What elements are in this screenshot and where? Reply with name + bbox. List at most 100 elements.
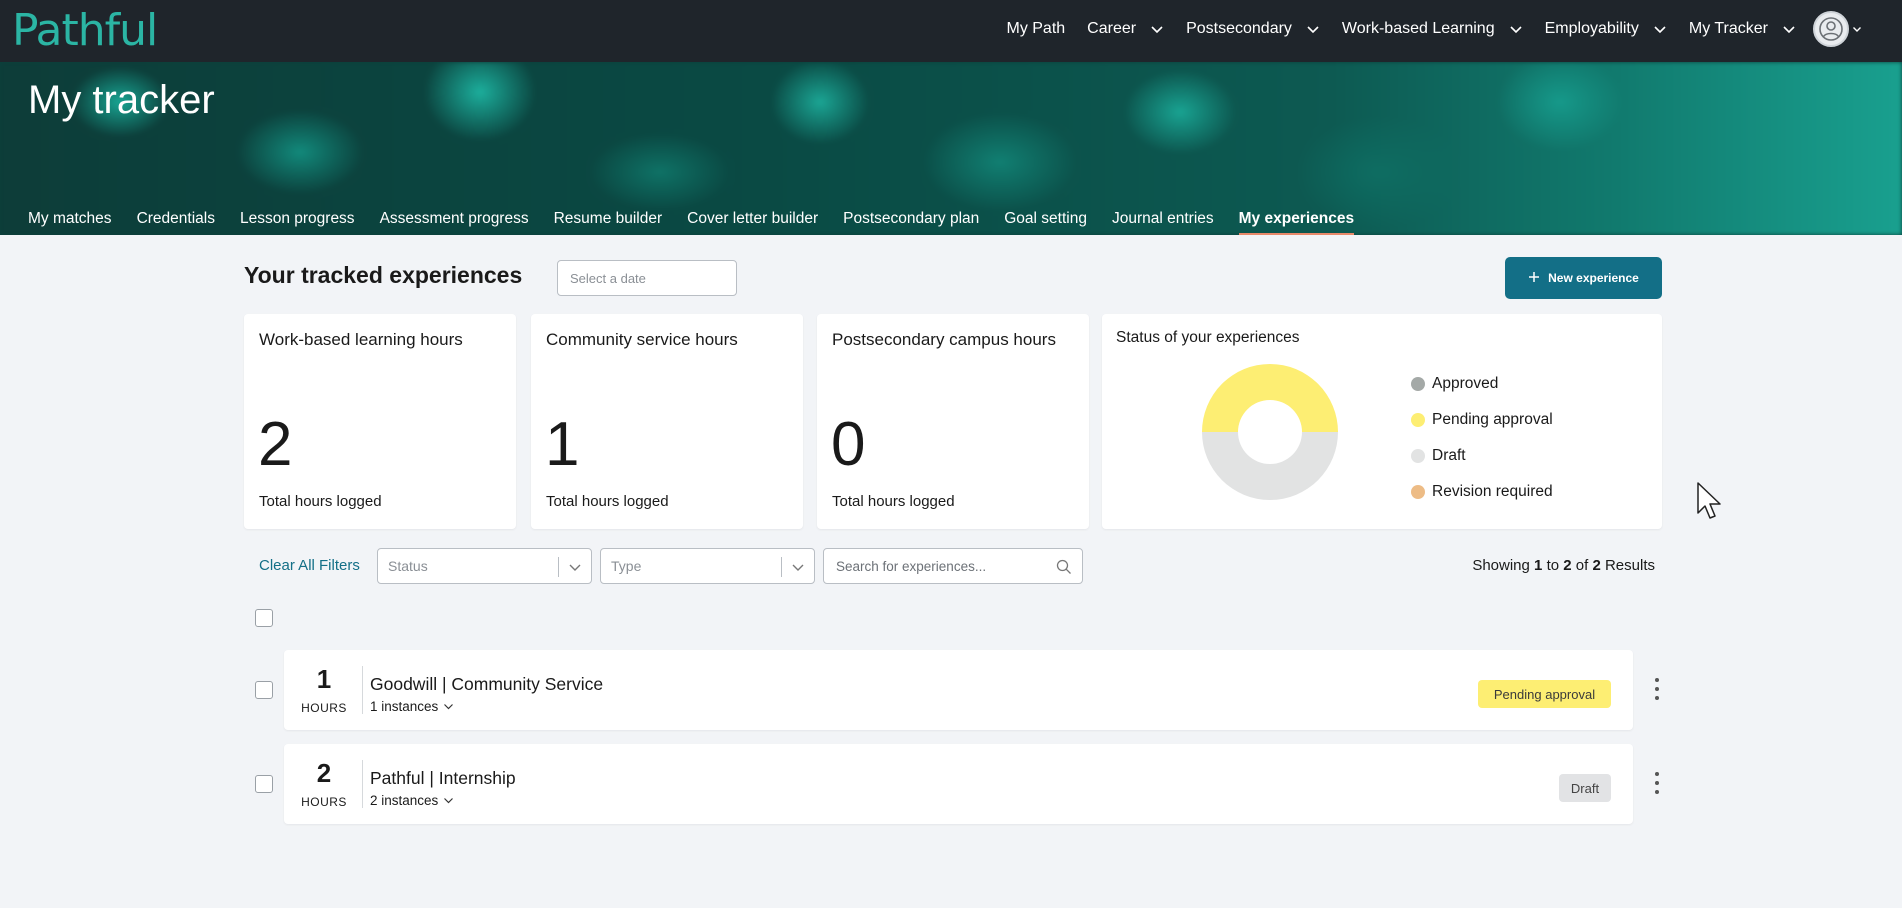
nav-work-based-learning[interactable]: Work-based Learning bbox=[1331, 20, 1534, 38]
clear-all-filters-link[interactable]: Clear All Filters bbox=[259, 557, 360, 574]
chevron-down-icon bbox=[443, 701, 454, 712]
page-title: My tracker bbox=[28, 78, 215, 122]
results-from: 1 bbox=[1534, 557, 1543, 574]
hours-value: 1 bbox=[316, 664, 332, 694]
card-value: 2 bbox=[258, 410, 293, 479]
postsecondary-campus-hours-card: Postsecondary campus hours 0 Total hours… bbox=[817, 314, 1089, 529]
chevron-down-icon bbox=[791, 560, 805, 577]
mouse-cursor-icon bbox=[1697, 482, 1721, 519]
chevron-down-icon bbox=[1150, 22, 1164, 36]
card-title: Status of your experiences bbox=[1116, 329, 1300, 346]
nav-label: Career bbox=[1087, 20, 1137, 37]
more-options-icon[interactable] bbox=[1652, 770, 1662, 796]
legend-dot bbox=[1411, 449, 1425, 463]
card-subtitle: Total hours logged bbox=[546, 493, 669, 510]
nav-label: Employability bbox=[1544, 20, 1639, 37]
card-subtitle: Total hours logged bbox=[259, 493, 382, 510]
tab-credentials[interactable]: Credentials bbox=[137, 205, 215, 235]
nav-employability[interactable]: Employability bbox=[1534, 20, 1678, 38]
tab-my-experiences[interactable]: My experiences bbox=[1238, 205, 1355, 235]
experience-status-card: Status of your experiences Approved Pend… bbox=[1102, 314, 1662, 529]
nav-label: My Tracker bbox=[1688, 20, 1768, 37]
status-placeholder: Status bbox=[388, 558, 428, 574]
legend-dot bbox=[1411, 485, 1425, 499]
experience-card[interactable]: 2 HOURS Pathful | Internship 2 instances… bbox=[284, 744, 1633, 824]
select-all-checkbox[interactable] bbox=[255, 609, 273, 627]
hours-value: 2 bbox=[316, 758, 332, 788]
tab-journal-entries[interactable]: Journal entries bbox=[1112, 205, 1214, 235]
chevron-down-icon bbox=[1782, 22, 1796, 36]
card-value: 1 bbox=[545, 410, 580, 479]
results-of-word: of bbox=[1575, 557, 1589, 574]
pathful-logo[interactable]: Pathful bbox=[12, 2, 158, 58]
donut-slice-draft bbox=[1202, 432, 1338, 500]
search-experiences-input[interactable]: Search for experiences... bbox=[823, 548, 1083, 584]
instances-label: 2 instances bbox=[370, 793, 439, 808]
type-filter-select[interactable]: Type bbox=[600, 548, 815, 584]
type-placeholder: Type bbox=[611, 558, 642, 574]
tab-postsecondary-plan[interactable]: Postsecondary plan bbox=[843, 205, 979, 235]
chevron-down-icon bbox=[443, 795, 454, 806]
more-options-icon[interactable] bbox=[1652, 676, 1662, 702]
nav-my-tracker[interactable]: My Tracker bbox=[1678, 20, 1807, 38]
status-legend: Approved Pending approval Draft Revision… bbox=[1411, 366, 1553, 510]
instances-toggle[interactable]: 1 instances bbox=[370, 699, 454, 714]
chevron-down-icon bbox=[1852, 24, 1862, 34]
experience-title: Goodwill | Community Service bbox=[370, 674, 604, 694]
logo-text: Pathful bbox=[12, 4, 158, 56]
chevron-down-icon bbox=[1509, 22, 1523, 36]
nav-label: My Path bbox=[1006, 20, 1066, 37]
experience-card[interactable]: 1 HOURS Goodwill | Community Service 1 i… bbox=[284, 650, 1633, 730]
status-filter-select[interactable]: Status bbox=[377, 548, 592, 584]
experience-title: Pathful | Internship bbox=[370, 768, 516, 788]
nav-label: Work-based Learning bbox=[1341, 20, 1495, 37]
date-picker-input[interactable]: Select a date bbox=[557, 260, 737, 296]
divider bbox=[558, 557, 559, 577]
chevron-down-icon bbox=[1653, 22, 1667, 36]
legend-label: Draft bbox=[1432, 447, 1466, 464]
tab-goal-setting[interactable]: Goal setting bbox=[1004, 205, 1087, 235]
row-checkbox[interactable] bbox=[255, 775, 273, 793]
user-icon bbox=[1819, 17, 1843, 41]
tab-assessment-progress[interactable]: Assessment progress bbox=[380, 205, 529, 235]
chevron-down-icon bbox=[568, 560, 582, 577]
user-menu[interactable] bbox=[1813, 11, 1862, 47]
row-checkbox[interactable] bbox=[255, 681, 273, 699]
results-total: 2 bbox=[1592, 557, 1601, 574]
page-banner: My tracker My matches Credentials Lesson… bbox=[0, 62, 1902, 235]
new-experience-button[interactable]: New experience bbox=[1505, 257, 1662, 299]
summary-cards: Work-based learning hours 2 Total hours … bbox=[244, 314, 1662, 529]
legend-label: Pending approval bbox=[1432, 411, 1553, 428]
donut-slice-pending-approval bbox=[1202, 364, 1338, 432]
card-title: Postsecondary campus hours bbox=[832, 330, 1056, 349]
experiences-header: Your tracked experiences Select a date N… bbox=[244, 257, 1662, 301]
tab-my-matches[interactable]: My matches bbox=[28, 205, 112, 235]
search-icon[interactable] bbox=[1056, 559, 1072, 578]
hours-unit: HOURS bbox=[301, 701, 347, 715]
legend-draft: Draft bbox=[1411, 438, 1553, 474]
search-placeholder: Search for experiences... bbox=[836, 558, 987, 574]
status-donut-chart bbox=[1202, 364, 1338, 500]
tab-lesson-progress[interactable]: Lesson progress bbox=[240, 205, 355, 235]
chevron-down-icon bbox=[1306, 22, 1320, 36]
legend-pending-approval: Pending approval bbox=[1411, 402, 1553, 438]
section-title: Your tracked experiences bbox=[244, 262, 523, 288]
divider bbox=[781, 557, 782, 577]
hours-unit: HOURS bbox=[301, 795, 347, 809]
results-suffix: Results bbox=[1604, 557, 1655, 574]
results-to: 2 bbox=[1563, 557, 1572, 574]
legend-approved: Approved bbox=[1411, 366, 1553, 402]
status-badge: Draft bbox=[1559, 774, 1611, 802]
legend-dot bbox=[1411, 377, 1425, 391]
tab-resume-builder[interactable]: Resume builder bbox=[554, 205, 663, 235]
nav-career[interactable]: Career bbox=[1076, 20, 1175, 38]
divider bbox=[362, 760, 363, 808]
card-subtitle: Total hours logged bbox=[832, 493, 955, 510]
nav-postsecondary[interactable]: Postsecondary bbox=[1175, 20, 1331, 38]
status-badge: Pending approval bbox=[1478, 680, 1611, 708]
results-to-word: to bbox=[1546, 557, 1560, 574]
nav-my-path[interactable]: My Path bbox=[995, 20, 1076, 38]
instances-toggle[interactable]: 2 instances bbox=[370, 793, 454, 808]
tab-cover-letter-builder[interactable]: Cover letter builder bbox=[687, 205, 818, 235]
legend-label: Revision required bbox=[1432, 483, 1553, 500]
